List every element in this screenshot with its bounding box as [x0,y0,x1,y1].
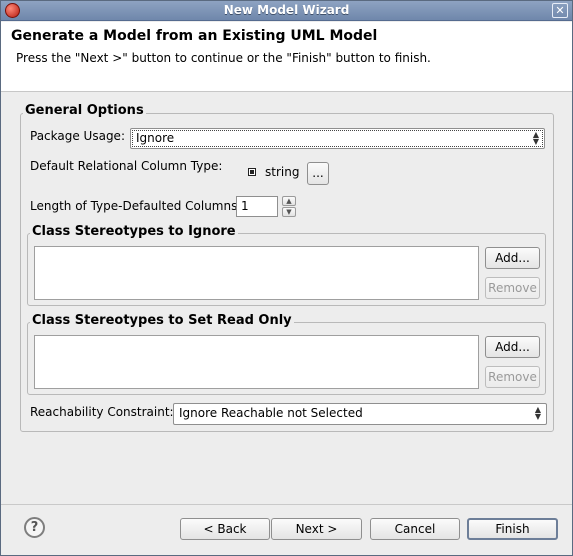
length-columns-input[interactable]: 1 [236,196,278,217]
reachability-label: Reachability Constraint: [30,405,174,419]
stereotypes-readonly-add-button[interactable]: Add... [485,336,540,358]
stereotypes-ignore-add-button[interactable]: Add... [485,247,540,269]
default-column-type-label: Default Relational Column Type: [30,159,223,173]
cancel-button[interactable]: Cancel [370,518,460,540]
spin-down-icon[interactable]: ▼ [282,207,296,217]
reachability-value: Ignore Reachable not Selected [179,406,363,420]
help-icon[interactable]: ? [24,517,45,538]
column-type-value: string [265,165,300,179]
title-bar[interactable]: New Model Wizard ✕ [1,1,572,21]
column-type-browse-button[interactable]: ... [307,162,329,185]
stereotypes-ignore-remove-button[interactable]: Remove [485,277,540,299]
footer-separator [1,504,572,505]
stereotypes-readonly-list[interactable] [34,335,479,389]
stereotypes-ignore-title: Class Stereotypes to Ignore [30,224,238,239]
stereotypes-readonly-add-label: Add... [495,340,530,354]
spin-up-icon[interactable]: ▲ [282,196,296,206]
general-options-title: General Options [23,103,146,118]
stereotypes-readonly-remove-button[interactable]: Remove [485,366,540,388]
package-usage-value: Ignore [136,131,175,145]
package-usage-label: Package Usage: [30,129,125,143]
reachability-select[interactable]: Ignore Reachable not Selected ▲ ▼ [173,403,547,425]
stereotypes-ignore-add-label: Add... [495,251,530,265]
chevron-updown-icon: ▲ ▼ [532,130,540,146]
next-button[interactable]: Next > [271,518,362,540]
window-title: New Model Wizard [223,3,350,17]
stereotypes-ignore-remove-label: Remove [488,281,537,295]
close-icon[interactable]: ✕ [552,3,568,18]
back-label: < Back [203,522,247,536]
cancel-label: Cancel [394,522,436,536]
finish-label: Finish [495,522,530,536]
stereotypes-readonly-remove-label: Remove [488,370,537,384]
column-type-radio-icon[interactable] [248,168,256,176]
new-model-wizard-window: New Model Wizard ✕ Generate a Model from… [0,0,573,556]
page-message: Press the "Next >" button to continue or… [16,51,431,65]
page-title: Generate a Model from an Existing UML Mo… [11,28,378,44]
back-button[interactable]: < Back [180,518,270,540]
finish-button[interactable]: Finish [467,518,558,540]
length-columns-label: Length of Type-Defaulted Columns: [30,199,242,213]
next-label: Next > [295,522,338,536]
stereotypes-ignore-list[interactable] [34,246,479,300]
wizard-banner: Generate a Model from an Existing UML Mo… [1,22,572,92]
package-usage-select[interactable]: Ignore ▲ ▼ [130,128,545,149]
chevron-updown-icon: ▲ ▼ [534,405,542,421]
stereotypes-readonly-title: Class Stereotypes to Set Read Only [30,313,294,328]
